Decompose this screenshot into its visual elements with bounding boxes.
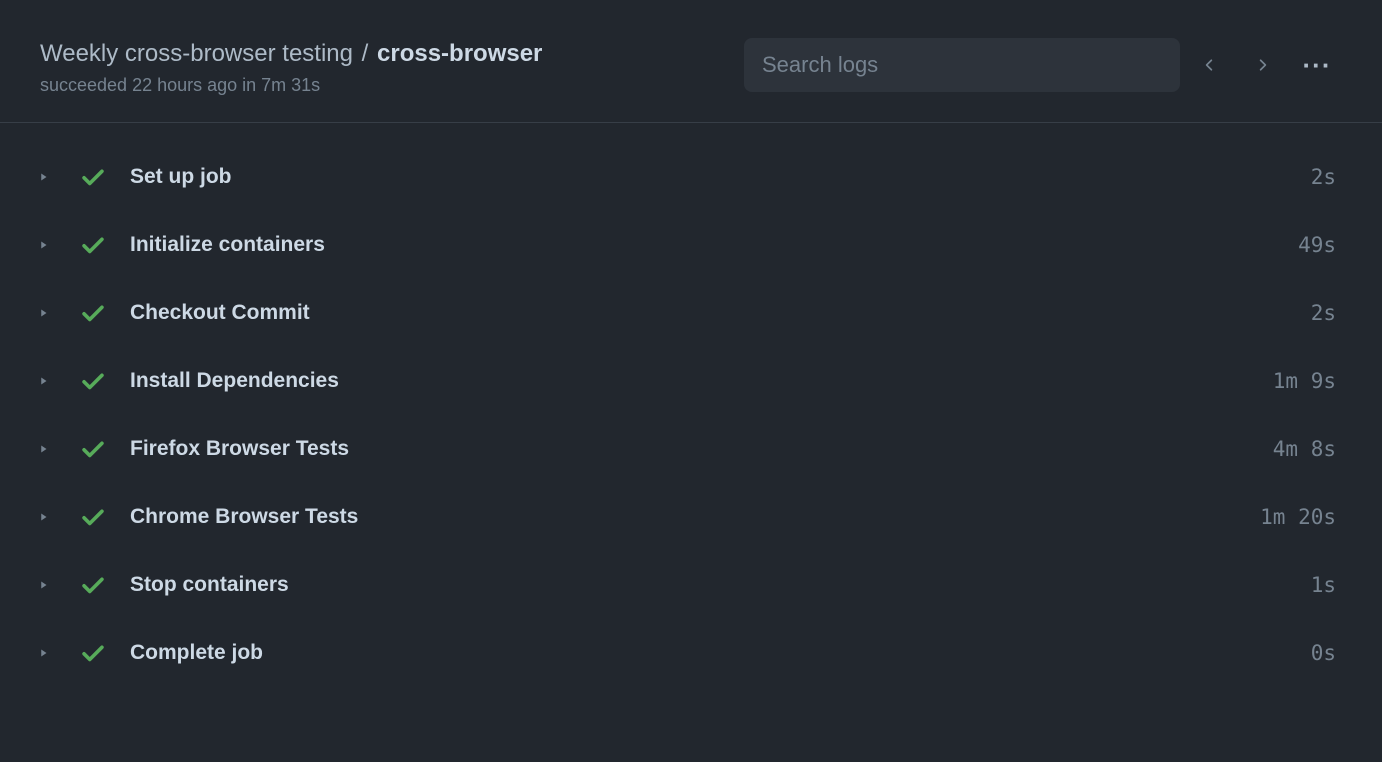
step-name: Initialize containers xyxy=(130,233,1298,257)
step-row[interactable]: Chrome Browser Tests1m 20s xyxy=(28,483,1342,551)
status-icon-cell xyxy=(68,164,118,190)
previous-button[interactable] xyxy=(1188,43,1232,87)
step-duration: 0s xyxy=(1311,641,1342,665)
job-name: cross-browser xyxy=(377,40,542,67)
expand-toggle[interactable] xyxy=(28,238,58,252)
workflow-name[interactable]: Weekly cross-browser testing xyxy=(40,40,353,67)
step-duration: 49s xyxy=(1298,233,1342,257)
check-icon xyxy=(80,300,106,326)
check-icon xyxy=(80,436,106,462)
chevron-right-icon xyxy=(36,374,50,388)
step-duration: 4m 8s xyxy=(1273,437,1342,461)
check-icon xyxy=(80,164,106,190)
status-icon-cell xyxy=(68,436,118,462)
step-name: Install Dependencies xyxy=(130,369,1273,393)
step-name: Complete job xyxy=(130,641,1311,665)
steps-list: Set up job2sInitialize containers49sChec… xyxy=(0,123,1382,707)
chevron-right-icon xyxy=(36,442,50,456)
check-icon xyxy=(80,368,106,394)
chevron-right-icon xyxy=(36,170,50,184)
job-title-block: Weekly cross-browser testing / cross-bro… xyxy=(40,38,744,96)
header-tools: ··· xyxy=(744,38,1342,92)
job-status-text: succeeded 22 hours ago in 7m 31s xyxy=(40,75,744,96)
chevron-right-icon xyxy=(36,510,50,524)
step-row[interactable]: Initialize containers49s xyxy=(28,211,1342,279)
step-name: Set up job xyxy=(130,165,1311,189)
check-icon xyxy=(80,232,106,258)
step-row[interactable]: Complete job0s xyxy=(28,619,1342,687)
more-options-button[interactable]: ··· xyxy=(1292,43,1342,87)
job-header: Weekly cross-browser testing / cross-bro… xyxy=(0,0,1382,123)
chevron-right-icon xyxy=(1253,56,1271,74)
search-input[interactable] xyxy=(744,38,1180,92)
check-icon xyxy=(80,572,106,598)
step-name: Chrome Browser Tests xyxy=(130,505,1260,529)
status-icon-cell xyxy=(68,368,118,394)
expand-toggle[interactable] xyxy=(28,510,58,524)
chevron-right-icon xyxy=(36,578,50,592)
status-icon-cell xyxy=(68,640,118,666)
step-name: Stop containers xyxy=(130,573,1311,597)
step-duration: 2s xyxy=(1311,165,1342,189)
expand-toggle[interactable] xyxy=(28,374,58,388)
next-button[interactable] xyxy=(1240,43,1284,87)
chevron-left-icon xyxy=(1201,56,1219,74)
kebab-icon: ··· xyxy=(1303,50,1332,81)
step-duration: 1s xyxy=(1311,573,1342,597)
check-icon xyxy=(80,504,106,530)
step-row[interactable]: Stop containers1s xyxy=(28,551,1342,619)
expand-toggle[interactable] xyxy=(28,442,58,456)
step-duration: 2s xyxy=(1311,301,1342,325)
step-name: Firefox Browser Tests xyxy=(130,437,1273,461)
step-row[interactable]: Checkout Commit2s xyxy=(28,279,1342,347)
status-icon-cell xyxy=(68,232,118,258)
step-duration: 1m 9s xyxy=(1273,369,1342,393)
step-name: Checkout Commit xyxy=(130,301,1311,325)
status-icon-cell xyxy=(68,504,118,530)
expand-toggle[interactable] xyxy=(28,578,58,592)
check-icon xyxy=(80,640,106,666)
expand-toggle[interactable] xyxy=(28,170,58,184)
step-row[interactable]: Install Dependencies1m 9s xyxy=(28,347,1342,415)
breadcrumb: Weekly cross-browser testing / cross-bro… xyxy=(40,38,744,69)
chevron-right-icon xyxy=(36,646,50,660)
step-duration: 1m 20s xyxy=(1260,505,1342,529)
step-row[interactable]: Firefox Browser Tests4m 8s xyxy=(28,415,1342,483)
step-row[interactable]: Set up job2s xyxy=(28,143,1342,211)
expand-toggle[interactable] xyxy=(28,306,58,320)
status-icon-cell xyxy=(68,300,118,326)
chevron-right-icon xyxy=(36,306,50,320)
breadcrumb-separator: / xyxy=(362,40,369,67)
chevron-right-icon xyxy=(36,238,50,252)
status-icon-cell xyxy=(68,572,118,598)
expand-toggle[interactable] xyxy=(28,646,58,660)
